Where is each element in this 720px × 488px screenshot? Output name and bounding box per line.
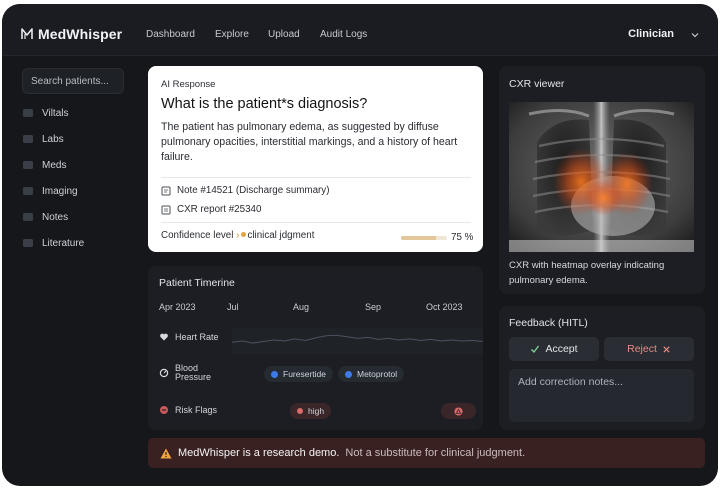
source-note[interactable]: Note #14521 (Discharge summary) (161, 185, 329, 196)
nav-link-explore[interactable]: Explore (215, 29, 249, 40)
sidebar-item-label: Meds (42, 159, 67, 171)
timeline-month: Sep (365, 302, 382, 312)
heart-rate-sparkline (231, 334, 484, 344)
timeline-row-blood-pressure: Blood Pressure (159, 364, 211, 382)
cxr-viewer: CXR viewer CXR with heatmap overlay indi… (499, 66, 705, 294)
notes-icon (23, 213, 33, 221)
nav-link-audit-logs[interactable]: Audit Logs (320, 29, 367, 40)
top-nav: MedWhisper Dashboard Explore Upload Audi… (2, 4, 718, 56)
source-cxr-report[interactable]: CXR report #25340 (161, 204, 261, 215)
confidence-text: Confidence level (161, 230, 234, 241)
nav-link-dashboard[interactable]: Dashboard (146, 29, 195, 40)
timeline-row-risk-flags: Risk Flags (159, 405, 217, 415)
med-label: Metoprotol (357, 369, 398, 379)
timeline-row-label: Blood Pressure (175, 363, 212, 382)
timeline-row-heart-rate: Heart Rate (159, 332, 219, 342)
reject-label: Reject (627, 343, 657, 355)
source-note-label: Note #14521 (Discharge summary) (177, 185, 330, 196)
confidence-dot (241, 232, 247, 237)
sidebar-item-label: Notes (42, 211, 69, 223)
chevron-right-icon: › (236, 230, 240, 241)
sidebar-item-imaging[interactable]: Imaging (22, 182, 78, 200)
sidebar-item-meds[interactable]: Meds (22, 156, 66, 174)
check-icon (531, 345, 540, 353)
med-dot (271, 370, 278, 378)
confidence-bar (401, 236, 447, 240)
note-icon (161, 186, 171, 195)
role-selector[interactable]: Clinician (628, 28, 674, 40)
patient-timeline: Patient Timerine Apr 2023 Jul Aug Sep Oc… (148, 266, 484, 430)
risk-pill-high[interactable]: high (290, 403, 332, 419)
chevron-down-icon[interactable] (690, 30, 700, 40)
ai-response-card: AI Response What is the patient*s diagno… (148, 66, 483, 252)
sidebar-item-labs[interactable]: Labs (22, 130, 64, 148)
risk-flag-marker[interactable] (441, 403, 476, 419)
med-dot (345, 370, 352, 378)
sidebar-item-label: Literature (42, 237, 85, 249)
risk-dot (297, 408, 303, 414)
nav-link-upload[interactable]: Upload (268, 29, 300, 40)
patient-search-input[interactable]: Search patients... (22, 68, 124, 94)
warning-icon (454, 406, 463, 416)
sidebar-item-literature[interactable]: Literature (22, 234, 84, 252)
med-label: Furesertide (283, 369, 326, 379)
confidence-label: Confidence level › clinical jdgment (161, 230, 314, 241)
source-cxr-label: CXR report #25340 (177, 204, 262, 215)
sidebar-item-label: Viltals (42, 107, 69, 119)
accept-button[interactable]: Accept (509, 337, 599, 361)
timeline-row-label: Heart Rate (175, 332, 219, 342)
close-icon (663, 345, 670, 353)
heart-icon (160, 333, 168, 341)
imaging-icon (23, 187, 33, 195)
banner-text: Not a substitute for clinical judgment. (345, 447, 526, 459)
confidence-percent: 75 % (451, 232, 474, 243)
timeline-title: Patient Timerine (159, 277, 235, 289)
app-window: MedWhisper Dashboard Explore Upload Audi… (2, 4, 718, 486)
confidence-bar-fill (401, 236, 436, 240)
reject-button[interactable]: Reject (604, 337, 694, 361)
brand[interactable]: MedWhisper (20, 26, 122, 42)
heart-rate-line (231, 334, 484, 344)
risk-icon (160, 406, 168, 414)
ai-answer: The patient has pulmonary edema, as sugg… (161, 121, 458, 163)
report-icon (161, 205, 171, 214)
meds-icon (23, 161, 33, 169)
cxr-title: CXR viewer (509, 78, 565, 90)
literature-icon (23, 239, 33, 247)
divider (161, 222, 471, 223)
confidence-qualifier: clinical jdgment (247, 230, 315, 241)
timeline-row-label: Risk Flags (175, 405, 218, 415)
med-pill-metoprolol[interactable]: Metoprotol (338, 366, 405, 382)
sidebar-item-vitals[interactable]: Viltals (22, 104, 69, 122)
labs-icon (23, 135, 33, 143)
logo-icon (21, 28, 33, 39)
correction-notes-input[interactable]: Add correction notes... (509, 369, 694, 422)
timeline-month: Aug (293, 302, 310, 312)
divider (161, 177, 471, 178)
ai-question: What is the patient*s diagnosis? (161, 96, 368, 112)
feedback-title: Feedback (HITL) (509, 317, 588, 329)
sidebar-item-label: Imaging (42, 185, 78, 197)
heart-rate-chart (231, 328, 484, 354)
pressure-icon (159, 368, 169, 378)
disclaimer-banner: MedWhisper is a research demo. Not a sub… (148, 438, 705, 468)
timeline-month: Jul (227, 302, 239, 312)
ai-response-kicker: AI Response (161, 79, 216, 90)
sidebar-item-label: Labs (42, 133, 64, 145)
cxr-caption: CXR with heatmap overlay indicating pulm… (509, 260, 665, 286)
vitals-icon (23, 109, 33, 117)
banner-strong: MedWhisper is a research demo. (178, 447, 340, 459)
accept-label: Accept (545, 343, 578, 355)
sidebar-item-notes[interactable]: Notes (22, 208, 68, 226)
warning-icon (160, 448, 172, 458)
chest-xray-image[interactable] (509, 102, 694, 252)
risk-label: high (308, 406, 325, 416)
timeline-month: Oct 2023 (426, 302, 463, 312)
feedback-panel: Feedback (HITL) Accept Reject Add correc… (499, 306, 705, 430)
med-pill-furosemide[interactable]: Furesertide (264, 366, 333, 382)
timeline-month: Apr 2023 (159, 302, 196, 312)
app-name: MedWhisper (38, 26, 123, 42)
